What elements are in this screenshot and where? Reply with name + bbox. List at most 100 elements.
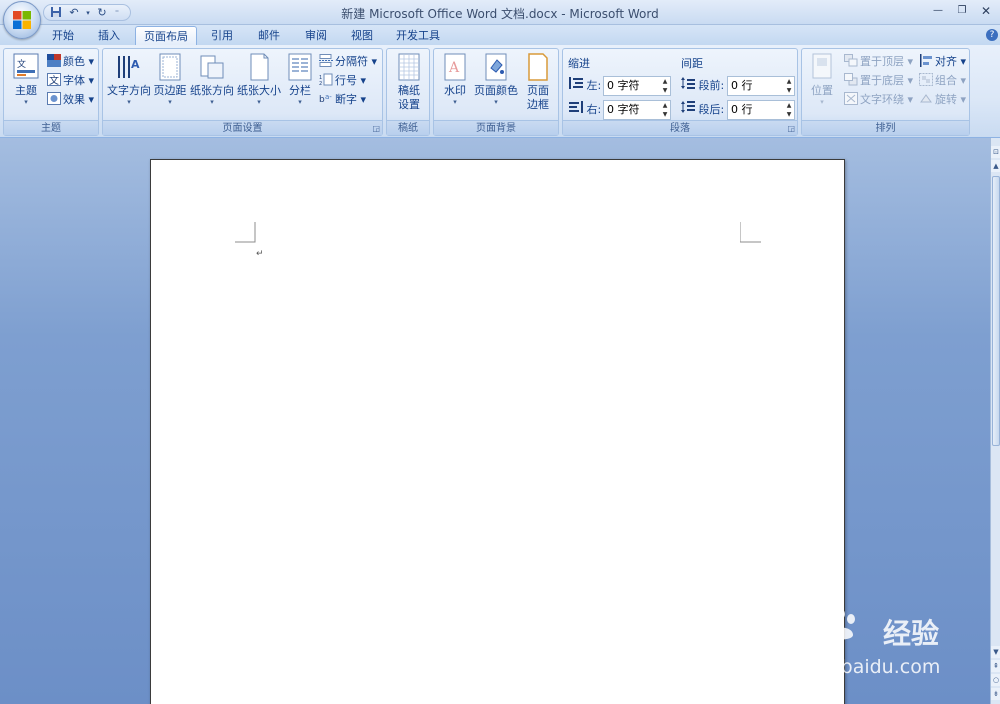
watermark-button[interactable]: A 水印 ▾ bbox=[438, 52, 472, 106]
office-button[interactable] bbox=[3, 1, 41, 39]
group-objects-button[interactable]: 组合 ▾ bbox=[919, 72, 966, 89]
group-arrange: 位置 ▾ 置于顶层 ▾ 置于底层 ▾ 文字环绕 ▾ 对齐 ▾ 组合 ▾ 旋转 ▾… bbox=[801, 48, 970, 136]
text-direction-icon: A bbox=[118, 56, 140, 78]
theme-effects-button[interactable]: 效果 ▾ bbox=[47, 91, 94, 108]
theme-fonts-button[interactable]: 文字体 ▾ bbox=[47, 72, 94, 89]
draft-paper-settings-button[interactable]: 稿纸 设置 bbox=[391, 52, 427, 112]
watermark-url: jingyan.baidu.com bbox=[765, 656, 941, 678]
svg-text:A: A bbox=[448, 60, 460, 76]
columns-button[interactable]: 分栏 ▾ bbox=[285, 52, 315, 106]
group-icon bbox=[919, 73, 933, 86]
breaks-button[interactable]: 分隔符 ▾ bbox=[319, 53, 377, 70]
tab-insert[interactable]: 插入 bbox=[90, 26, 128, 45]
indent-right-input[interactable]: 0 字符 ▲ ▼ bbox=[603, 100, 671, 120]
ribbon-tabs: 开始 插入 页面布局 引用 邮件 审阅 视图 开发工具 bbox=[0, 25, 1000, 45]
group-page-background: A 水印 ▾ 页面颜色 ▾ 页面 边框 页面背景 bbox=[433, 48, 559, 136]
line-numbers-button[interactable]: 1 2 行号 ▾ bbox=[319, 72, 366, 89]
group-label-draft-paper: 稿纸 bbox=[387, 120, 429, 135]
spacing-before-icon bbox=[681, 77, 695, 89]
spacing-after-icon bbox=[681, 101, 695, 113]
indent-right-spinner-icon[interactable]: ▲ ▼ bbox=[660, 101, 670, 119]
tab-references[interactable]: 引用 bbox=[203, 26, 241, 45]
paw-icon bbox=[826, 609, 855, 640]
spacing-before-label: 段前: bbox=[681, 77, 724, 93]
margin-corner-top-left-icon bbox=[235, 222, 256, 243]
spacing-after-spinner-icon[interactable]: ▲ ▼ bbox=[784, 101, 794, 119]
spacing-title: 间距 bbox=[681, 57, 703, 70]
tab-home[interactable]: 开始 bbox=[44, 26, 82, 45]
themes-icon: 文 bbox=[13, 53, 39, 79]
document-page[interactable]: ↵ bbox=[150, 159, 845, 704]
indent-left-spinner-icon[interactable]: ▲ ▼ bbox=[660, 77, 670, 95]
minimize-icon[interactable]: — bbox=[928, 3, 948, 19]
watermark-brand-cn: 经验 bbox=[883, 617, 940, 650]
position-icon bbox=[812, 53, 832, 79]
align-icon bbox=[920, 54, 932, 67]
group-label-page-background: 页面背景 bbox=[434, 120, 558, 135]
page-borders-icon bbox=[528, 53, 548, 81]
page-borders-button[interactable]: 页面 边框 bbox=[522, 52, 554, 112]
spacing-after-label: 段后: bbox=[681, 101, 724, 117]
next-page-icon[interactable]: ⇟ bbox=[991, 688, 1000, 700]
send-back-icon bbox=[844, 73, 858, 86]
bring-to-front-button[interactable]: 置于顶层 ▾ bbox=[844, 53, 913, 70]
page-setup-dialog-launcher-icon[interactable]: ◲ bbox=[372, 124, 380, 133]
tab-page-layout[interactable]: 页面布局 bbox=[135, 26, 197, 45]
close-icon[interactable]: ✕ bbox=[976, 3, 996, 19]
spacing-before-spinner-icon[interactable]: ▲ ▼ bbox=[784, 77, 794, 95]
paragraph-mark-icon: ↵ bbox=[256, 249, 264, 259]
scroll-up-icon[interactable]: ▲ bbox=[991, 160, 1000, 172]
svg-text:文: 文 bbox=[17, 58, 26, 70]
group-label-themes: 主题 bbox=[4, 120, 98, 135]
svg-text:2: 2 bbox=[319, 81, 322, 86]
paragraph-dialog-launcher-icon[interactable]: ◲ bbox=[787, 124, 795, 133]
themes-button[interactable]: 文 主题 ▾ bbox=[8, 52, 44, 106]
baidu-jingyan-watermark: Bai 经验 jingyan.baidu.com bbox=[765, 598, 995, 688]
margin-corner-top-right-icon bbox=[740, 222, 761, 243]
scrollbar-thumb[interactable] bbox=[992, 176, 1000, 446]
restore-icon[interactable]: ❐ bbox=[952, 3, 972, 19]
orientation-button[interactable]: 纸张方向 ▾ bbox=[190, 52, 234, 106]
group-label-paragraph: 段落 bbox=[563, 120, 797, 135]
window-controls: — ❐ ✕ bbox=[928, 3, 996, 19]
text-direction-button[interactable]: A 文字方向 ▾ bbox=[106, 52, 152, 106]
watermark-brand: Bai bbox=[765, 608, 859, 648]
paper-size-icon bbox=[250, 53, 269, 81]
line-numbers-icon: 12 bbox=[319, 73, 333, 86]
send-to-back-button[interactable]: 置于底层 ▾ bbox=[844, 72, 913, 89]
tab-review[interactable]: 审阅 bbox=[297, 26, 335, 45]
ruler-toggle-icon[interactable]: ⊡ bbox=[991, 146, 1000, 158]
svg-text:a-: a- bbox=[325, 93, 332, 101]
size-button[interactable]: 纸张大小 ▾ bbox=[236, 52, 282, 106]
position-button[interactable]: 位置 ▾ bbox=[806, 52, 838, 106]
orientation-icon bbox=[200, 55, 224, 79]
tab-developer[interactable]: 开发工具 bbox=[389, 26, 447, 45]
hyphenation-button[interactable]: b a- 断字 ▾ bbox=[319, 91, 366, 108]
theme-colors-button[interactable]: 颜色 ▾ bbox=[47, 53, 94, 70]
group-draft-paper: 稿纸 设置 稿纸 bbox=[386, 48, 430, 136]
window-title: 新建 Microsoft Office Word 文档.docx - Micro… bbox=[341, 7, 659, 21]
margins-button[interactable]: 页边距 ▾ bbox=[153, 52, 187, 106]
tab-view[interactable]: 视图 bbox=[343, 26, 381, 45]
title-bar: ↶ ▾ ↻ ⁼ 新建 Microsoft Office Word 文档.docx… bbox=[0, 0, 1000, 25]
group-label-arrange: 排列 bbox=[802, 120, 969, 135]
align-button[interactable]: 对齐 ▾ bbox=[919, 53, 966, 70]
page-break-icon bbox=[319, 54, 333, 67]
office-logo-icon bbox=[13, 11, 31, 29]
draft-paper-icon bbox=[398, 53, 420, 81]
text-wrapping-button[interactable]: 文字环绕 ▾ bbox=[844, 91, 913, 108]
indent-title: 缩进 bbox=[568, 57, 590, 70]
effects-icon bbox=[47, 92, 61, 105]
watermark-icon: A bbox=[444, 53, 466, 81]
indent-left-input[interactable]: 0 字符 ▲ ▼ bbox=[603, 76, 671, 96]
group-label-page-setup: 页面设置 bbox=[103, 120, 382, 135]
spacing-after-input[interactable]: 0 行 ▲ ▼ bbox=[727, 100, 795, 120]
help-icon[interactable]: ? bbox=[986, 29, 998, 41]
indent-left-icon bbox=[569, 77, 583, 89]
svg-text:文: 文 bbox=[49, 74, 59, 86]
page-color-button[interactable]: 页面颜色 ▾ bbox=[474, 52, 518, 106]
rotate-button[interactable]: 旋转 ▾ bbox=[919, 91, 966, 108]
indent-right-label: 右: bbox=[569, 101, 601, 117]
spacing-before-input[interactable]: 0 行 ▲ ▼ bbox=[727, 76, 795, 96]
tab-mailings[interactable]: 邮件 bbox=[250, 26, 288, 45]
